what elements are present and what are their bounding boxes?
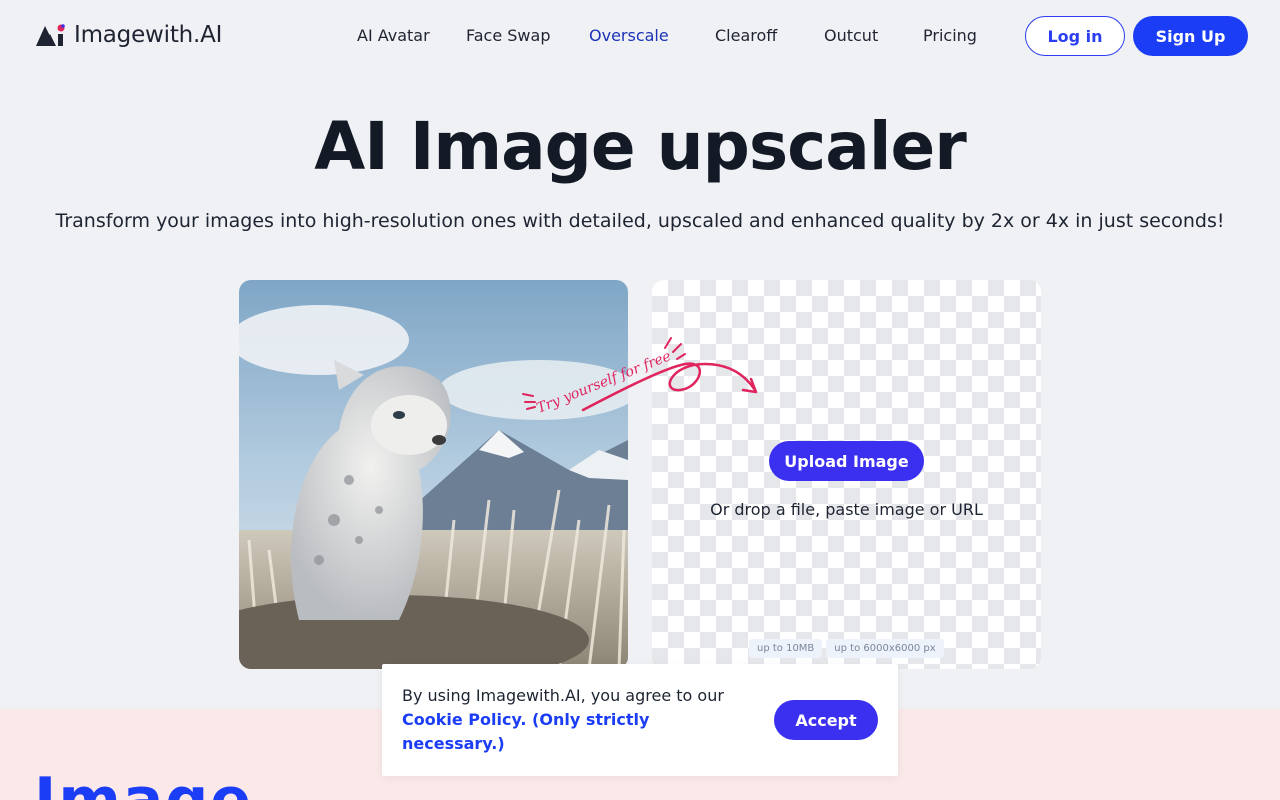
page-subtitle: Transform your images into high-resoluti… <box>55 210 1225 232</box>
try-annotation-label: Try yourself for free <box>535 348 674 416</box>
nav-ai-avatar[interactable]: AI Avatar <box>357 26 430 45</box>
upload-limits: up to 10MB up to 6000x6000 px <box>749 639 944 658</box>
nav-overscale[interactable]: Overscale <box>589 26 669 45</box>
upload-image-button[interactable]: Upload Image <box>769 441 924 481</box>
resolution-limit-badge: up to 6000x6000 px <box>826 639 944 658</box>
try-annotation: Try yourself for free <box>515 330 775 430</box>
nav-face-swap[interactable]: Face Swap <box>466 26 550 45</box>
nav-outcut[interactable]: Outcut <box>824 26 878 45</box>
login-button[interactable]: Log in <box>1025 16 1125 56</box>
nav-pricing[interactable]: Pricing <box>923 26 977 45</box>
page-title: AI Image upscaler <box>314 108 967 185</box>
signup-button[interactable]: Sign Up <box>1133 16 1248 56</box>
upload-hint: Or drop a file, paste image or URL <box>710 500 983 519</box>
file-size-limit-badge: up to 10MB <box>749 639 823 658</box>
nav-clearoff[interactable]: Clearoff <box>715 26 777 45</box>
header: Imagewith.AI AI Avatar Face Swap Oversca… <box>0 0 1280 72</box>
cookie-text-prefix: By using Imagewith.AI, you agree to our <box>402 686 724 705</box>
cookie-text: By using Imagewith.AI, you agree to our … <box>402 684 732 756</box>
section-heading: Image <box>34 765 253 800</box>
accept-cookies-button[interactable]: Accept <box>774 700 878 740</box>
try-arrow-icon: Try yourself for free <box>522 337 758 417</box>
cookie-policy-link[interactable]: Cookie Policy. (Only strictly necessary.… <box>402 710 649 753</box>
cookie-banner: By using Imagewith.AI, you agree to our … <box>382 664 898 776</box>
